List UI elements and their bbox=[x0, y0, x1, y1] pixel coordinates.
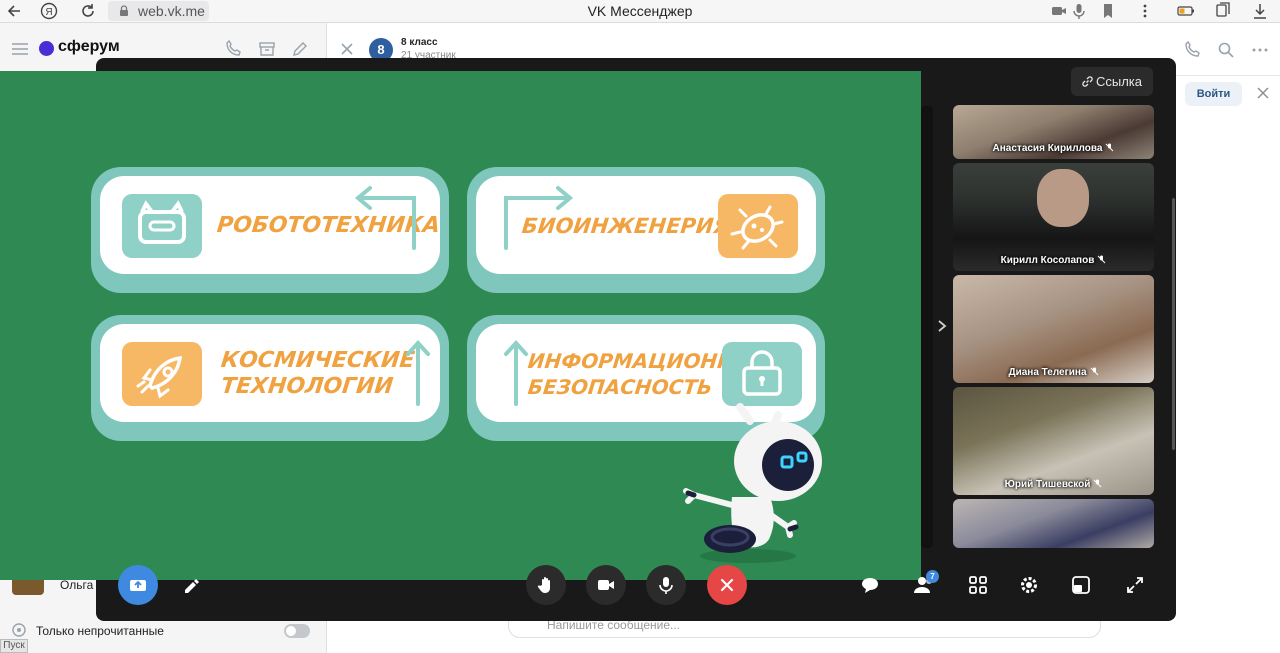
dismiss-banner-icon[interactable] bbox=[1257, 87, 1269, 99]
padlock-icon bbox=[722, 342, 802, 406]
participant-tile[interactable]: Кирилл Косолапов bbox=[953, 163, 1154, 271]
mic-muted-icon bbox=[1093, 479, 1102, 488]
participant-name-row: Диана Телегина bbox=[953, 367, 1154, 378]
participant-tile[interactable]: Юрий Тишевской bbox=[953, 387, 1154, 495]
camera-permission-icon[interactable] bbox=[1050, 2, 1068, 20]
browser-toolbar: Я web.vk.me VK Мессенджер bbox=[0, 0, 1280, 23]
filter-icon bbox=[12, 623, 26, 637]
participant-tile[interactable] bbox=[953, 499, 1154, 548]
yandex-logo-icon[interactable]: Я bbox=[40, 2, 58, 20]
card-inner: РОБОТОТЕХНИКА bbox=[100, 176, 441, 274]
participant-face bbox=[1037, 169, 1089, 227]
up-arrow-decoration-icon bbox=[503, 338, 529, 408]
taskbar-start-button[interactable]: Пуск bbox=[0, 639, 28, 653]
download-icon[interactable] bbox=[1251, 2, 1269, 20]
end-call-button[interactable] bbox=[707, 565, 747, 605]
up-arrow-decoration-icon bbox=[405, 338, 431, 408]
archive-icon[interactable] bbox=[258, 40, 276, 58]
share-screen-button[interactable] bbox=[118, 565, 158, 605]
svg-text:Я: Я bbox=[45, 7, 52, 18]
share-screen-icon bbox=[130, 580, 146, 591]
card-label-bioengineering: БИОИНЖЕНЕРИЯ bbox=[520, 214, 731, 238]
call-icon[interactable] bbox=[1183, 41, 1201, 59]
robot-face-icon bbox=[122, 194, 202, 258]
bookmark-icon[interactable] bbox=[1099, 2, 1117, 20]
participant-name: Диана Телегина bbox=[1008, 367, 1087, 378]
close-icon bbox=[720, 578, 734, 592]
link-icon bbox=[1081, 75, 1094, 88]
participant-name: Юрий Тишевской bbox=[1004, 479, 1091, 490]
participants-count-badge: 7 bbox=[926, 570, 939, 583]
participant-name-row: Анастасия Кириллова bbox=[953, 143, 1154, 154]
picture-in-picture-icon[interactable] bbox=[1069, 573, 1093, 597]
video-camera-icon bbox=[598, 580, 614, 590]
new-call-icon[interactable] bbox=[224, 40, 242, 58]
close-chat-icon[interactable] bbox=[341, 43, 353, 55]
search-icon[interactable] bbox=[1217, 41, 1235, 59]
unread-toggle[interactable] bbox=[284, 624, 310, 638]
microphone-icon bbox=[659, 577, 673, 594]
address-bar[interactable]: web.vk.me bbox=[108, 1, 209, 21]
microphone-permission-icon[interactable] bbox=[1070, 2, 1088, 20]
mic-muted-icon bbox=[1090, 367, 1099, 376]
chat-bubble-icon[interactable] bbox=[858, 573, 882, 597]
chat-name[interactable]: 8 класс bbox=[401, 37, 438, 48]
slide-card-space-tech: КОСМИЧЕСКИЕ ТЕХНОЛОГИИ bbox=[91, 315, 449, 441]
collections-icon[interactable] bbox=[1214, 2, 1232, 20]
compose-icon[interactable] bbox=[291, 40, 309, 58]
raise-hand-button[interactable] bbox=[526, 565, 566, 605]
draw-annotation-icon[interactable] bbox=[180, 573, 204, 597]
participants-scrollbar[interactable] bbox=[1172, 198, 1175, 450]
mic-muted-icon bbox=[1105, 143, 1114, 152]
more-options-icon[interactable] bbox=[1251, 41, 1269, 59]
participant-name-row: Кирилл Косолапов bbox=[953, 255, 1154, 266]
card-label-space-tech-line2: ТЕХНОЛОГИИ bbox=[219, 374, 395, 399]
card-label-infosec-line2: БЕЗОПАСНОСТЬ bbox=[526, 375, 714, 399]
microphone-toggle-button[interactable] bbox=[646, 565, 686, 605]
hand-icon bbox=[537, 577, 550, 593]
reload-icon[interactable] bbox=[79, 2, 97, 20]
grid-layout-icon[interactable] bbox=[966, 573, 990, 597]
rocket-icon bbox=[122, 342, 202, 406]
sferum-logo: сферум bbox=[58, 38, 120, 55]
join-call-button[interactable]: Войти bbox=[1185, 82, 1242, 106]
card-label-space-tech-line1: КОСМИЧЕСКИЕ bbox=[219, 348, 416, 373]
unread-filter-label: Только непрочитанные bbox=[36, 624, 164, 638]
back-arrow-icon[interactable] bbox=[6, 2, 24, 20]
sferum-logo-icon bbox=[39, 41, 54, 56]
slide-edge bbox=[921, 106, 933, 548]
collapse-sidebar-chevron-icon[interactable] bbox=[936, 318, 948, 334]
slide-card-bioengineering: БИОИНЖЕНЕРИЯ bbox=[467, 167, 825, 293]
slide-card-robotics: РОБОТОТЕХНИКА bbox=[91, 167, 449, 293]
participant-name-row: Юрий Тишевской bbox=[953, 479, 1154, 490]
settings-gear-icon[interactable] bbox=[1017, 573, 1041, 597]
lock-icon bbox=[117, 4, 131, 18]
fullscreen-icon[interactable] bbox=[1123, 573, 1147, 597]
bacteria-icon bbox=[718, 194, 798, 258]
copy-link-button[interactable]: Ссылка bbox=[1071, 67, 1153, 96]
more-menu-icon[interactable] bbox=[1136, 2, 1154, 20]
camera-toggle-button[interactable] bbox=[586, 565, 626, 605]
battery-icon bbox=[1177, 2, 1195, 20]
mic-muted-icon bbox=[1097, 255, 1106, 264]
menu-icon[interactable] bbox=[12, 43, 28, 55]
participant-tile[interactable]: Анастасия Кириллова bbox=[953, 105, 1154, 159]
url-text: web.vk.me bbox=[138, 3, 205, 19]
chat-list-contact[interactable]: Ольга bbox=[60, 578, 93, 592]
screen-share-slide: РОБОТОТЕХНИКА БИОИНЖЕНЕРИЯ КОСМИЧЕСКИЕ Т bbox=[0, 71, 921, 580]
card-inner: КОСМИЧЕСКИЕ ТЕХНОЛОГИИ bbox=[100, 324, 440, 422]
robot-mascot-illustration bbox=[682, 401, 822, 567]
participant-name: Анастасия Кириллова bbox=[992, 143, 1103, 154]
participant-name: Кирилл Косолапов bbox=[1000, 255, 1095, 266]
arrow-decoration-icon bbox=[352, 182, 424, 252]
participant-tile[interactable]: Диана Телегина bbox=[953, 275, 1154, 383]
card-inner: БИОИНЖЕНЕРИЯ bbox=[476, 176, 816, 274]
